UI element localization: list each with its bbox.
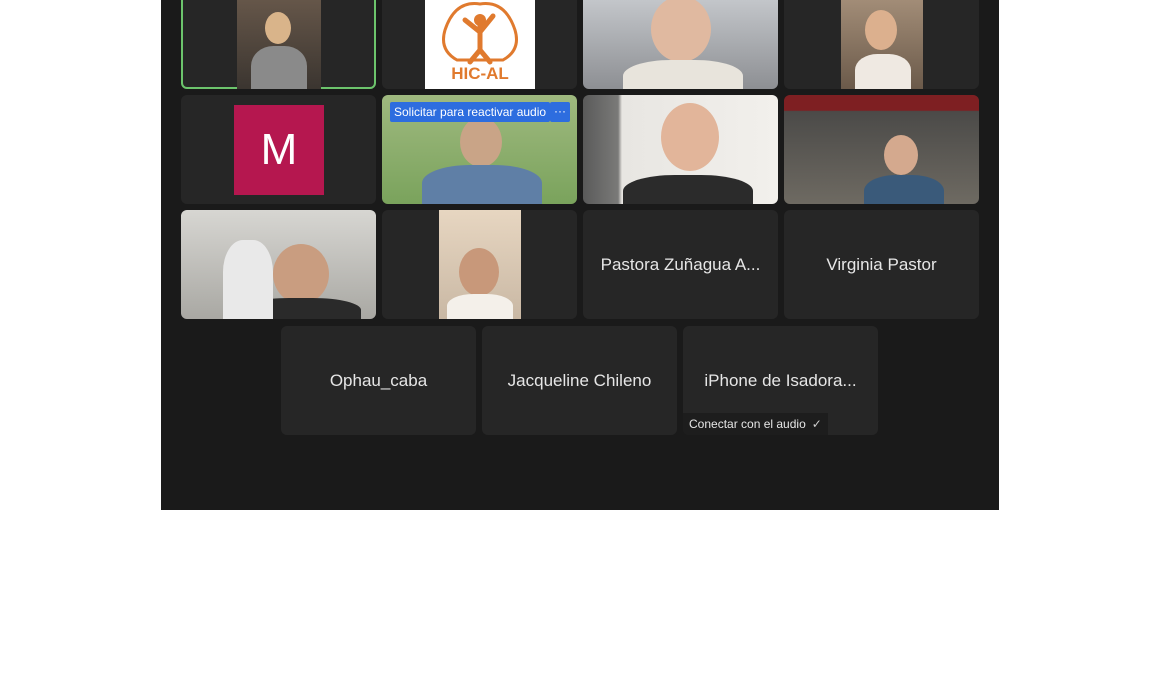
participant-tile-hic-al[interactable]: HIC-AL: [382, 0, 577, 89]
hic-al-logo-text: HIC-AL: [451, 64, 509, 83]
more-options-button[interactable]: ···: [550, 102, 570, 122]
participant-tile-3[interactable]: [583, 0, 778, 89]
request-unmute-notice[interactable]: Solicitar para reactivar audio: [390, 102, 551, 122]
participant-tile-7[interactable]: [583, 95, 778, 204]
participant-video: [181, 210, 376, 319]
meeting-gallery: HIC-AL M Solicitar para reactivar audio …: [161, 0, 999, 510]
participant-tile-pastora[interactable]: Pastora Zuñagua A...: [583, 210, 778, 319]
participant-tile-virginia[interactable]: Virginia Pastor: [784, 210, 979, 319]
participant-tile-m[interactable]: M: [181, 95, 376, 204]
participant-tile-1[interactable]: [181, 0, 376, 89]
check-icon: ✓: [811, 417, 822, 431]
participant-tile-8[interactable]: [784, 95, 979, 204]
participant-video: [237, 0, 321, 89]
participant-video: [439, 210, 521, 319]
participant-tile-ophau[interactable]: Ophau_caba: [281, 326, 476, 435]
participant-name: Jacqueline Chileno: [507, 370, 652, 390]
hic-al-logo: HIC-AL: [425, 0, 535, 89]
avatar: M: [234, 105, 324, 195]
participant-name: Virginia Pastor: [826, 254, 937, 274]
connect-audio-status: Conectar con el audio ✓: [683, 413, 828, 435]
participant-tile-isadora[interactable]: iPhone de Isadora... Conectar con el aud…: [683, 326, 878, 435]
participant-tile-jacqueline[interactable]: Jacqueline Chileno: [482, 326, 677, 435]
participant-tile-9[interactable]: [181, 210, 376, 319]
participant-video: [784, 95, 979, 204]
participant-name: Ophau_caba: [329, 370, 428, 390]
participant-tile-6[interactable]: Solicitar para reactivar audio ···: [382, 95, 577, 204]
participant-name: iPhone de Isadora...: [704, 370, 857, 390]
participant-name: Pastora Zuñagua A...: [600, 254, 761, 274]
participant-tile-4[interactable]: [784, 0, 979, 89]
connect-audio-label: Conectar con el audio: [689, 417, 806, 431]
participant-video: [583, 0, 778, 89]
participant-video: [841, 0, 923, 89]
participant-video: [583, 95, 778, 204]
participant-tile-10[interactable]: [382, 210, 577, 319]
